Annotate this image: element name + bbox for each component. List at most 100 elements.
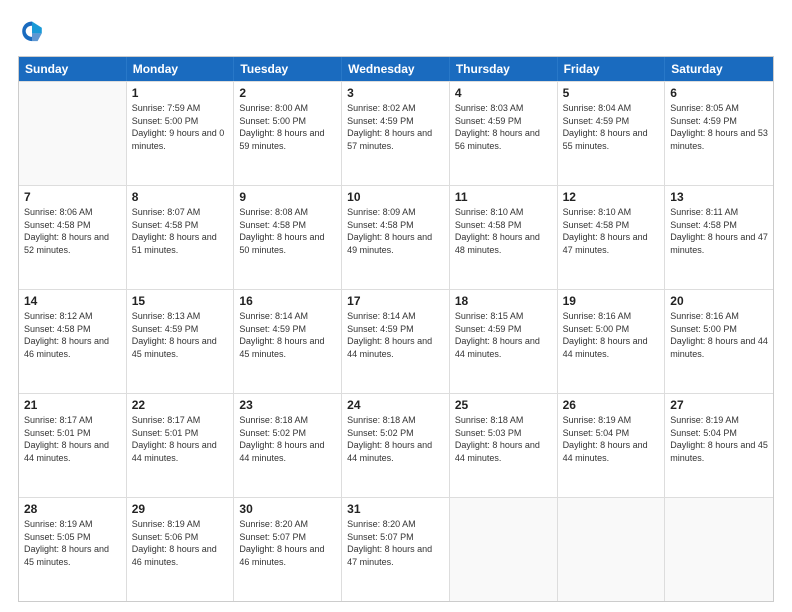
- week-row-5: 28 Sunrise: 8:19 AMSunset: 5:05 PMDayligh…: [19, 497, 773, 601]
- day-number: 25: [455, 398, 552, 412]
- day-number: 11: [455, 190, 552, 204]
- day-number: 12: [563, 190, 660, 204]
- weekday-header-monday: Monday: [127, 57, 235, 81]
- day-info: Sunrise: 8:03 AMSunset: 4:59 PMDaylight:…: [455, 102, 552, 152]
- day-number: 15: [132, 294, 229, 308]
- day-number: 29: [132, 502, 229, 516]
- cal-cell-1-5: 4 Sunrise: 8:03 AMSunset: 4:59 PMDaylight…: [450, 82, 558, 185]
- calendar-header: SundayMondayTuesdayWednesdayThursdayFrid…: [19, 57, 773, 81]
- day-number: 21: [24, 398, 121, 412]
- day-info: Sunrise: 8:18 AMSunset: 5:02 PMDaylight:…: [239, 414, 336, 464]
- cal-cell-2-7: 13Sunrise: 8:11 AMSunset: 4:58 PMDayligh…: [665, 186, 773, 289]
- day-number: 19: [563, 294, 660, 308]
- day-info: Sunrise: 8:04 AMSunset: 4:59 PMDaylight:…: [563, 102, 660, 152]
- cal-cell-2-2: 8Sunrise: 8:07 AMSunset: 4:58 PMDaylight…: [127, 186, 235, 289]
- day-info: Sunrise: 8:10 AMSunset: 4:58 PMDaylight:…: [455, 206, 552, 256]
- cal-cell-5-1: 28 Sunrise: 8:19 AMSunset: 5:05 PMDayligh…: [19, 498, 127, 601]
- cal-cell-4-4: 24 Sunrise: 8:18 AMSunset: 5:02 PMDayligh…: [342, 394, 450, 497]
- weekday-header-saturday: Saturday: [665, 57, 773, 81]
- day-info: Sunrise: 8:12 AMSunset: 4:58 PMDaylight:…: [24, 310, 121, 360]
- day-number: 31: [347, 502, 444, 516]
- day-info: Sunrise: 8:19 AMSunset: 5:06 PMDaylight:…: [132, 518, 229, 568]
- cal-cell-1-6: 5 Sunrise: 8:04 AMSunset: 4:59 PMDaylight…: [558, 82, 666, 185]
- day-info: Sunrise: 8:18 AMSunset: 5:03 PMDaylight:…: [455, 414, 552, 464]
- day-info: Sunrise: 8:16 AMSunset: 5:00 PMDaylight:…: [670, 310, 768, 360]
- week-row-4: 21 Sunrise: 8:17 AMSunset: 5:01 PMDayligh…: [19, 393, 773, 497]
- weekday-header-wednesday: Wednesday: [342, 57, 450, 81]
- day-info: Sunrise: 8:20 AMSunset: 5:07 PMDaylight:…: [347, 518, 444, 568]
- day-info: Sunrise: 8:05 AMSunset: 4:59 PMDaylight:…: [670, 102, 768, 152]
- day-info: Sunrise: 8:20 AMSunset: 5:07 PMDaylight:…: [239, 518, 336, 568]
- day-number: 22: [132, 398, 229, 412]
- day-number: 26: [563, 398, 660, 412]
- cal-cell-2-1: 7Sunrise: 8:06 AMSunset: 4:58 PMDaylight…: [19, 186, 127, 289]
- week-row-1: 1 Sunrise: 7:59 AMSunset: 5:00 PMDaylight…: [19, 81, 773, 185]
- cal-cell-3-3: 16Sunrise: 8:14 AMSunset: 4:59 PMDayligh…: [234, 290, 342, 393]
- day-number: 1: [132, 86, 229, 100]
- day-number: 14: [24, 294, 121, 308]
- day-info: Sunrise: 8:14 AMSunset: 4:59 PMDaylight:…: [347, 310, 444, 360]
- cal-cell-2-4: 10Sunrise: 8:09 AMSunset: 4:58 PMDayligh…: [342, 186, 450, 289]
- cal-cell-3-6: 19 Sunrise: 8:16 AMSunset: 5:00 PMDayligh…: [558, 290, 666, 393]
- day-number: 24: [347, 398, 444, 412]
- day-info: Sunrise: 8:11 AMSunset: 4:58 PMDaylight:…: [670, 206, 768, 256]
- day-number: 20: [670, 294, 768, 308]
- cal-cell-2-3: 9 Sunrise: 8:08 AMSunset: 4:58 PMDaylight…: [234, 186, 342, 289]
- week-row-2: 7Sunrise: 8:06 AMSunset: 4:58 PMDaylight…: [19, 185, 773, 289]
- cal-cell-3-5: 18Sunrise: 8:15 AMSunset: 4:59 PMDayligh…: [450, 290, 558, 393]
- day-number: 3: [347, 86, 444, 100]
- calendar: SundayMondayTuesdayWednesdayThursdayFrid…: [18, 56, 774, 602]
- cal-cell-5-5: [450, 498, 558, 601]
- day-info: Sunrise: 8:10 AMSunset: 4:58 PMDaylight:…: [563, 206, 660, 256]
- day-info: Sunrise: 7:59 AMSunset: 5:00 PMDaylight:…: [132, 102, 229, 152]
- day-number: 23: [239, 398, 336, 412]
- day-number: 7: [24, 190, 121, 204]
- day-number: 28: [24, 502, 121, 516]
- day-number: 9: [239, 190, 336, 204]
- day-info: Sunrise: 8:08 AMSunset: 4:58 PMDaylight:…: [239, 206, 336, 256]
- day-number: 17: [347, 294, 444, 308]
- weekday-header-tuesday: Tuesday: [234, 57, 342, 81]
- day-number: 6: [670, 86, 768, 100]
- day-number: 8: [132, 190, 229, 204]
- cal-cell-5-7: [665, 498, 773, 601]
- day-info: Sunrise: 8:15 AMSunset: 4:59 PMDaylight:…: [455, 310, 552, 360]
- day-info: Sunrise: 8:13 AMSunset: 4:59 PMDaylight:…: [132, 310, 229, 360]
- day-info: Sunrise: 8:17 AMSunset: 5:01 PMDaylight:…: [24, 414, 121, 464]
- day-number: 27: [670, 398, 768, 412]
- day-number: 30: [239, 502, 336, 516]
- day-number: 5: [563, 86, 660, 100]
- day-info: Sunrise: 8:19 AMSunset: 5:05 PMDaylight:…: [24, 518, 121, 568]
- day-number: 4: [455, 86, 552, 100]
- day-info: Sunrise: 8:17 AMSunset: 5:01 PMDaylight:…: [132, 414, 229, 464]
- cal-cell-4-3: 23 Sunrise: 8:18 AMSunset: 5:02 PMDayligh…: [234, 394, 342, 497]
- day-info: Sunrise: 8:14 AMSunset: 4:59 PMDaylight:…: [239, 310, 336, 360]
- weekday-header-friday: Friday: [558, 57, 666, 81]
- cal-cell-3-2: 15 Sunrise: 8:13 AMSunset: 4:59 PMDayligh…: [127, 290, 235, 393]
- cal-cell-2-6: 12 Sunrise: 8:10 AMSunset: 4:58 PMDayligh…: [558, 186, 666, 289]
- cal-cell-5-3: 30 Sunrise: 8:20 AMSunset: 5:07 PMDayligh…: [234, 498, 342, 601]
- day-info: Sunrise: 8:18 AMSunset: 5:02 PMDaylight:…: [347, 414, 444, 464]
- cal-cell-5-2: 29 Sunrise: 8:19 AMSunset: 5:06 PMDayligh…: [127, 498, 235, 601]
- day-info: Sunrise: 8:19 AMSunset: 5:04 PMDaylight:…: [670, 414, 768, 464]
- cal-cell-4-2: 22 Sunrise: 8:17 AMSunset: 5:01 PMDayligh…: [127, 394, 235, 497]
- cal-cell-4-7: 27 Sunrise: 8:19 AMSunset: 5:04 PMDayligh…: [665, 394, 773, 497]
- cal-cell-2-5: 11 Sunrise: 8:10 AMSunset: 4:58 PMDayligh…: [450, 186, 558, 289]
- cal-cell-4-1: 21 Sunrise: 8:17 AMSunset: 5:01 PMDayligh…: [19, 394, 127, 497]
- day-number: 10: [347, 190, 444, 204]
- logo-icon: [18, 18, 46, 46]
- day-number: 2: [239, 86, 336, 100]
- day-info: Sunrise: 8:16 AMSunset: 5:00 PMDaylight:…: [563, 310, 660, 360]
- cal-cell-1-1: [19, 82, 127, 185]
- cal-cell-3-7: 20 Sunrise: 8:16 AMSunset: 5:00 PMDayligh…: [665, 290, 773, 393]
- cal-cell-5-6: [558, 498, 666, 601]
- cal-cell-3-1: 14 Sunrise: 8:12 AMSunset: 4:58 PMDayligh…: [19, 290, 127, 393]
- cal-cell-4-6: 26Sunrise: 8:19 AMSunset: 5:04 PMDayligh…: [558, 394, 666, 497]
- page: SundayMondayTuesdayWednesdayThursdayFrid…: [0, 0, 792, 612]
- cal-cell-1-4: 3Sunrise: 8:02 AMSunset: 4:59 PMDaylight…: [342, 82, 450, 185]
- cal-cell-1-7: 6 Sunrise: 8:05 AMSunset: 4:59 PMDaylight…: [665, 82, 773, 185]
- header: [18, 18, 774, 46]
- weekday-header-sunday: Sunday: [19, 57, 127, 81]
- cal-cell-1-3: 2Sunrise: 8:00 AMSunset: 5:00 PMDaylight…: [234, 82, 342, 185]
- weekday-header-thursday: Thursday: [450, 57, 558, 81]
